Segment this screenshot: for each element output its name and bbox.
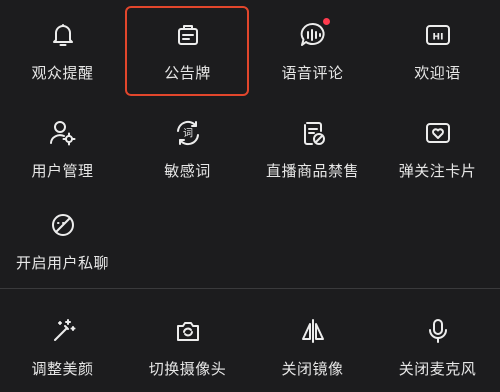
product-ban-icon [296,116,330,150]
user-management-button[interactable]: 用户管理 [0,98,125,188]
switch-camera-label: 切换摄像头 [148,360,227,378]
microphone-icon [421,314,455,348]
follow-card-button[interactable]: 弹关注卡片 [375,98,500,188]
section-divider [0,288,500,289]
svg-text:词: 词 [183,128,193,140]
sensitive-words-button[interactable]: 词 敏感词 [125,98,250,188]
welcome-message-button[interactable]: HI 欢迎语 [375,0,500,90]
audience-reminder-button[interactable]: 观众提醒 [0,0,125,90]
switch-camera-button[interactable]: 切换摄像头 [125,296,250,386]
tools-grid: 观众提醒 公告牌 语音评论 HI 欢迎语 用户管理 词 敏感词 直播商品禁售 弹… [0,0,500,286]
follow-card-icon [421,116,455,150]
sensitive-word-icon: 词 [171,116,205,150]
mirror-icon [296,314,330,348]
user-gear-icon [46,116,80,150]
notification-dot [322,18,330,25]
user-management-label: 用户管理 [31,162,94,180]
audience-reminder-label: 观众提醒 [31,64,94,82]
camera-controls: 调整美颜 切换摄像头 关闭镜像 关闭麦克风 [0,296,500,392]
voice-comment-button[interactable]: 语音评论 [250,0,375,90]
welcome-message-label: 欢迎语 [414,64,461,82]
chat-disabled-icon [46,208,80,242]
sensitive-words-label: 敏感词 [164,162,211,180]
product-ban-button[interactable]: 直播商品禁售 [250,98,375,188]
voice-comment-label: 语音评论 [281,64,344,82]
hi-icon: HI [421,18,455,52]
private-chat-button[interactable]: 开启用户私聊 [0,190,125,280]
magic-wand-icon [46,314,80,348]
mirror-toggle-button[interactable]: 关闭镜像 [250,296,375,386]
svg-text:HI: HI [432,33,443,43]
mirror-toggle-label: 关闭镜像 [281,360,344,378]
follow-card-label: 弹关注卡片 [398,162,477,180]
bell-icon [46,18,80,52]
beauty-adjust-button[interactable]: 调整美颜 [0,296,125,386]
voice-comment-icon [296,18,330,52]
private-chat-label: 开启用户私聊 [15,254,109,272]
product-ban-label: 直播商品禁售 [265,162,359,180]
switch-camera-icon [171,314,205,348]
beauty-adjust-label: 调整美颜 [31,360,94,378]
microphone-toggle-label: 关闭麦克风 [398,360,477,378]
selection-highlight [125,6,249,96]
microphone-toggle-button[interactable]: 关闭麦克风 [375,296,500,386]
